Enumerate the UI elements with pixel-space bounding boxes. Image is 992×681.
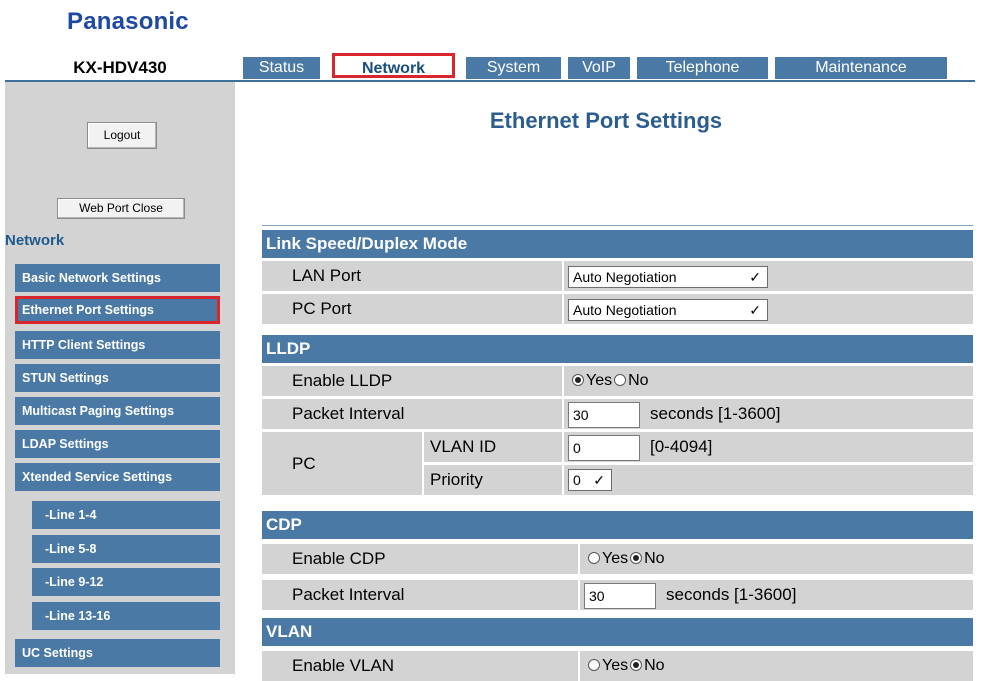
radio-yes[interactable] [572, 373, 584, 386]
sidebar-subitem-line-1-4[interactable]: -Line 1-4 [32, 501, 220, 529]
row-cdp-packet-interval: Packet Interval 30 seconds [1-3600] [262, 580, 973, 610]
cdp-packet-interval-label: Packet Interval [262, 580, 578, 610]
lldp-packet-interval-hint: seconds [1-3600] [650, 404, 781, 423]
priority-value: 0 [573, 472, 581, 488]
brand-logo: Panasonic [67, 8, 189, 35]
pc-port-value: Auto Negotiation [573, 302, 677, 318]
sidebar-item-stun[interactable]: STUN Settings [15, 364, 220, 392]
tab-telephone[interactable]: Telephone [637, 57, 768, 79]
radio-no[interactable] [630, 658, 643, 671]
row-enable-vlan: Enable VLAN Yes No [262, 651, 973, 681]
tab-system[interactable]: System [466, 57, 561, 79]
enable-vlan-radio-group: Yes No [586, 651, 665, 681]
web-port-close-button[interactable]: Web Port Close [57, 198, 185, 219]
row-lan-port: LAN Port Auto Negotiation ✓ [262, 261, 973, 291]
lan-port-select[interactable]: Auto Negotiation ✓ [568, 266, 768, 288]
logout-button[interactable]: Logout [87, 122, 157, 149]
sidebar-item-ethernet-port[interactable]: Ethernet Port Settings [15, 296, 220, 324]
enable-lldp-radio-group: Yes No [570, 366, 649, 396]
sidebar-item-uc-settings[interactable]: UC Settings [15, 639, 220, 667]
lldp-pc-label: PC [262, 432, 422, 495]
cdp-packet-interval-input[interactable]: 30 [584, 583, 656, 609]
chevron-down-icon: ✓ [749, 302, 761, 318]
lldp-packet-interval-label: Packet Interval [262, 399, 562, 429]
tab-network[interactable]: Network [332, 53, 455, 78]
sidebar-subitem-line-9-12[interactable]: -Line 9-12 [32, 568, 220, 596]
enable-vlan-label: Enable VLAN [262, 651, 578, 681]
priority-label: Priority [424, 465, 562, 495]
section-header-vlan: VLAN [262, 618, 973, 646]
sidebar-item-http-client[interactable]: HTTP Client Settings [15, 331, 220, 359]
vlan-id-hint: [0-4094] [650, 437, 713, 456]
sidebar-item-multicast-paging[interactable]: Multicast Paging Settings [15, 397, 220, 425]
lan-port-label: LAN Port [262, 261, 562, 291]
radio-yes[interactable] [588, 658, 600, 671]
chevron-down-icon: ✓ [593, 472, 605, 488]
enable-cdp-label: Enable CDP [262, 544, 578, 574]
row-enable-lldp: Enable LLDP Yes No [262, 366, 973, 396]
sidebar-heading: Network [5, 232, 65, 249]
row-lldp-pc: PC VLAN ID 0 [0-4094] Priority 0 ✓ [262, 432, 973, 495]
pc-port-label: PC Port [262, 294, 562, 324]
top-navigation: KX-HDV430 Status Network System VoIP Tel… [5, 53, 975, 82]
lldp-packet-interval-input[interactable]: 30 [568, 402, 640, 428]
section-header-cdp: CDP [262, 511, 973, 539]
pc-port-select[interactable]: Auto Negotiation ✓ [568, 299, 768, 321]
sidebar-subitem-line-13-16[interactable]: -Line 13-16 [32, 602, 220, 630]
tab-maintenance[interactable]: Maintenance [775, 57, 947, 79]
vlan-id-label: VLAN ID [424, 432, 562, 462]
page-title: Ethernet Port Settings [489, 108, 723, 133]
model-name: KX-HDV430 [73, 58, 167, 77]
row-pc-port: PC Port Auto Negotiation ✓ [262, 294, 973, 324]
radio-no[interactable] [614, 373, 627, 386]
divider [262, 225, 973, 226]
enable-lldp-label: Enable LLDP [262, 366, 562, 396]
tab-voip[interactable]: VoIP [568, 57, 630, 79]
chevron-down-icon: ✓ [749, 269, 761, 285]
section-header-lldp: LLDP [262, 335, 973, 363]
sidebar-item-basic-network[interactable]: Basic Network Settings [15, 264, 220, 292]
lan-port-value: Auto Negotiation [573, 269, 677, 285]
priority-select[interactable]: 0 ✓ [568, 469, 612, 491]
radio-yes[interactable] [588, 551, 600, 564]
row-lldp-packet-interval: Packet Interval 30 seconds [1-3600] [262, 399, 973, 429]
sidebar-item-ldap[interactable]: LDAP Settings [15, 430, 220, 458]
tab-status[interactable]: Status [243, 57, 320, 79]
cdp-packet-interval-hint: seconds [1-3600] [666, 585, 797, 604]
row-enable-cdp: Enable CDP Yes No [262, 544, 973, 574]
sidebar-subitem-line-5-8[interactable]: -Line 5-8 [32, 535, 220, 563]
radio-no[interactable] [630, 551, 643, 564]
sidebar-item-xtended-service[interactable]: Xtended Service Settings [15, 463, 220, 491]
enable-cdp-radio-group: Yes No [586, 544, 665, 574]
vlan-id-input[interactable]: 0 [568, 435, 640, 461]
section-header-link-speed: Link Speed/Duplex Mode [262, 230, 973, 258]
